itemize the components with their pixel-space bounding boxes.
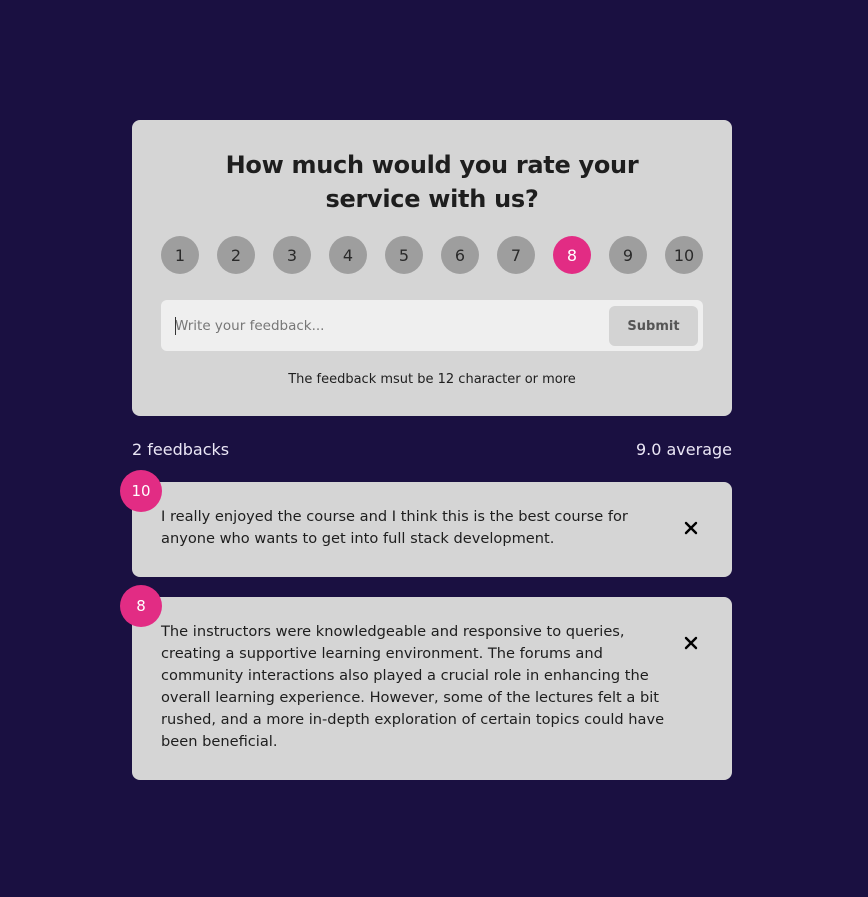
feedback-count: 2 feedbacks xyxy=(132,440,230,459)
feedback-stats: 2 feedbacks 9.0 average xyxy=(132,438,732,462)
rating-option-8[interactable]: 8 xyxy=(553,236,591,274)
rating-option-2[interactable]: 2 xyxy=(217,236,255,274)
submit-button[interactable]: Submit xyxy=(609,306,698,346)
rating-title: How much would you rate your service wit… xyxy=(225,151,639,213)
average-rating: 9.0 average xyxy=(635,440,732,459)
rating-option-1[interactable]: 1 xyxy=(161,236,199,274)
rating-card: How much would you rate your service wit… xyxy=(132,120,732,416)
feedback-item: 8 The instructors were knowledgeable and… xyxy=(120,585,732,780)
feedback-input-group: Submit xyxy=(161,300,703,351)
rating-option-10[interactable]: 10 xyxy=(665,236,703,274)
rating-badge: 10 xyxy=(120,470,162,512)
rating-option-6[interactable]: 6 xyxy=(441,236,479,274)
rating-option-4[interactable]: 4 xyxy=(329,236,367,274)
validation-message: The feedback msut be 12 character or mor… xyxy=(288,372,576,387)
delete-feedback-button[interactable] xyxy=(684,633,704,653)
close-icon xyxy=(684,521,698,535)
feedback-app: How much would you rate your service wit… xyxy=(120,120,732,780)
rating-options: 1 2 3 4 5 6 7 8 9 10 xyxy=(161,236,703,274)
rating-option-9[interactable]: 9 xyxy=(609,236,647,274)
feedback-text: The instructors were knowledgeable and r… xyxy=(161,623,665,750)
rating-option-7[interactable]: 7 xyxy=(497,236,535,274)
feedback-item: 10 I really enjoyed the course and I thi… xyxy=(120,470,732,577)
close-icon xyxy=(684,636,698,650)
feedback-text: I really enjoyed the course and I think … xyxy=(161,508,628,547)
rating-option-5[interactable]: 5 xyxy=(385,236,423,274)
delete-feedback-button[interactable] xyxy=(684,518,704,538)
text-cursor xyxy=(175,317,176,335)
rating-option-3[interactable]: 3 xyxy=(273,236,311,274)
rating-badge: 8 xyxy=(120,585,162,627)
feedback-input[interactable] xyxy=(175,300,595,351)
